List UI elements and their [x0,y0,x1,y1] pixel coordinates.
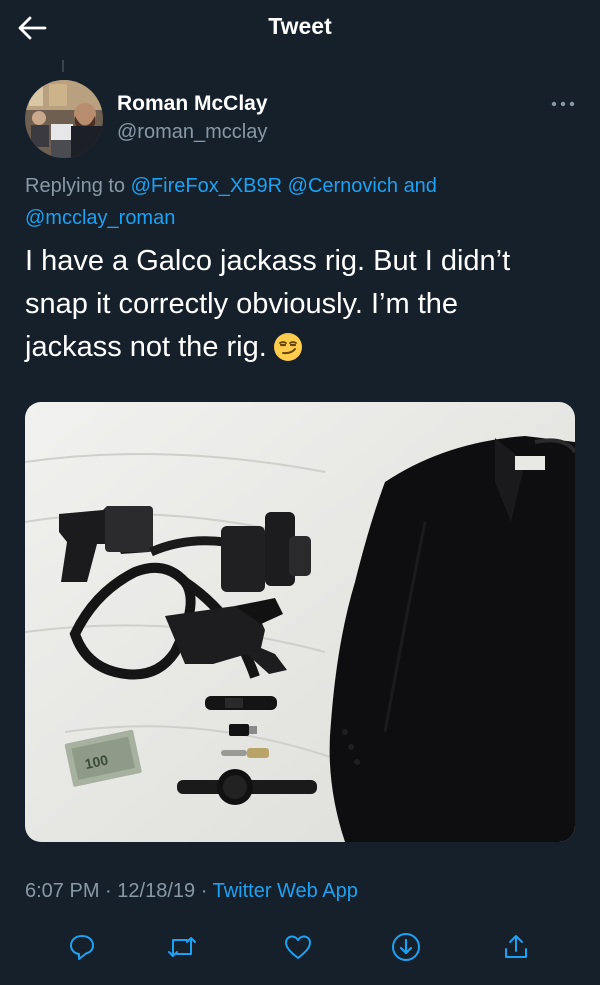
action-bar [0,920,600,970]
thread-connector-line [62,60,64,72]
replying-to: Replying to @FireFox_XB9R @Cernovich and… [25,170,570,234]
tweet-meta: 6:07 PM · 12/18/19 · Twitter Web App [25,880,358,903]
download-button[interactable] [384,925,428,969]
mention-link[interactable]: @FireFox_XB9R [131,175,282,197]
share-button[interactable] [494,925,538,969]
share-icon [505,935,527,958]
tweet-text: I have a Galco jackass rig. But I didn’t… [25,240,580,375]
tweet-text-line: jackass not the rig. [25,331,267,363]
top-bar: Tweet [0,0,600,56]
reply-button[interactable] [60,925,104,969]
tweet-media-image[interactable]: 100 [25,402,575,842]
mention-link[interactable]: @Cernovich [288,175,398,197]
page-title: Tweet [268,13,332,39]
meta-separator: · [200,880,208,902]
more-horizontal-icon [551,101,575,107]
download-icon [392,933,420,961]
tweet-date: 12/18/19 [117,880,196,902]
tweet-time: 6:07 PM [25,880,100,902]
retweet-button[interactable] [160,925,204,969]
media-photo: 100 [25,402,575,842]
like-button[interactable] [276,925,320,969]
tweet-source-app[interactable]: Twitter Web App [213,880,358,902]
like-icon [285,935,311,959]
smirking-face-emoji [273,332,303,375]
avatar[interactable] [25,80,103,158]
mention-link[interactable]: @mcclay_roman [25,207,175,229]
meta-separator: · [105,880,112,902]
more-options-button[interactable] [546,92,580,116]
tweet-text-line: I have a Galco jackass rig. But I didn’t [25,245,511,277]
avatar-photo [25,80,103,158]
tweet-text-line-3: jackass not the rig. [25,326,580,375]
reply-icon [70,935,94,960]
author-name[interactable]: Roman McClay [117,92,268,116]
retweet-icon [168,937,196,957]
tweet-text-line: snap it correctly obviously. I’m the [25,288,459,320]
mention-and[interactable]: and [404,175,437,197]
replying-label: Replying to [25,175,126,197]
author-handle[interactable]: @roman_mcclay [117,121,267,144]
